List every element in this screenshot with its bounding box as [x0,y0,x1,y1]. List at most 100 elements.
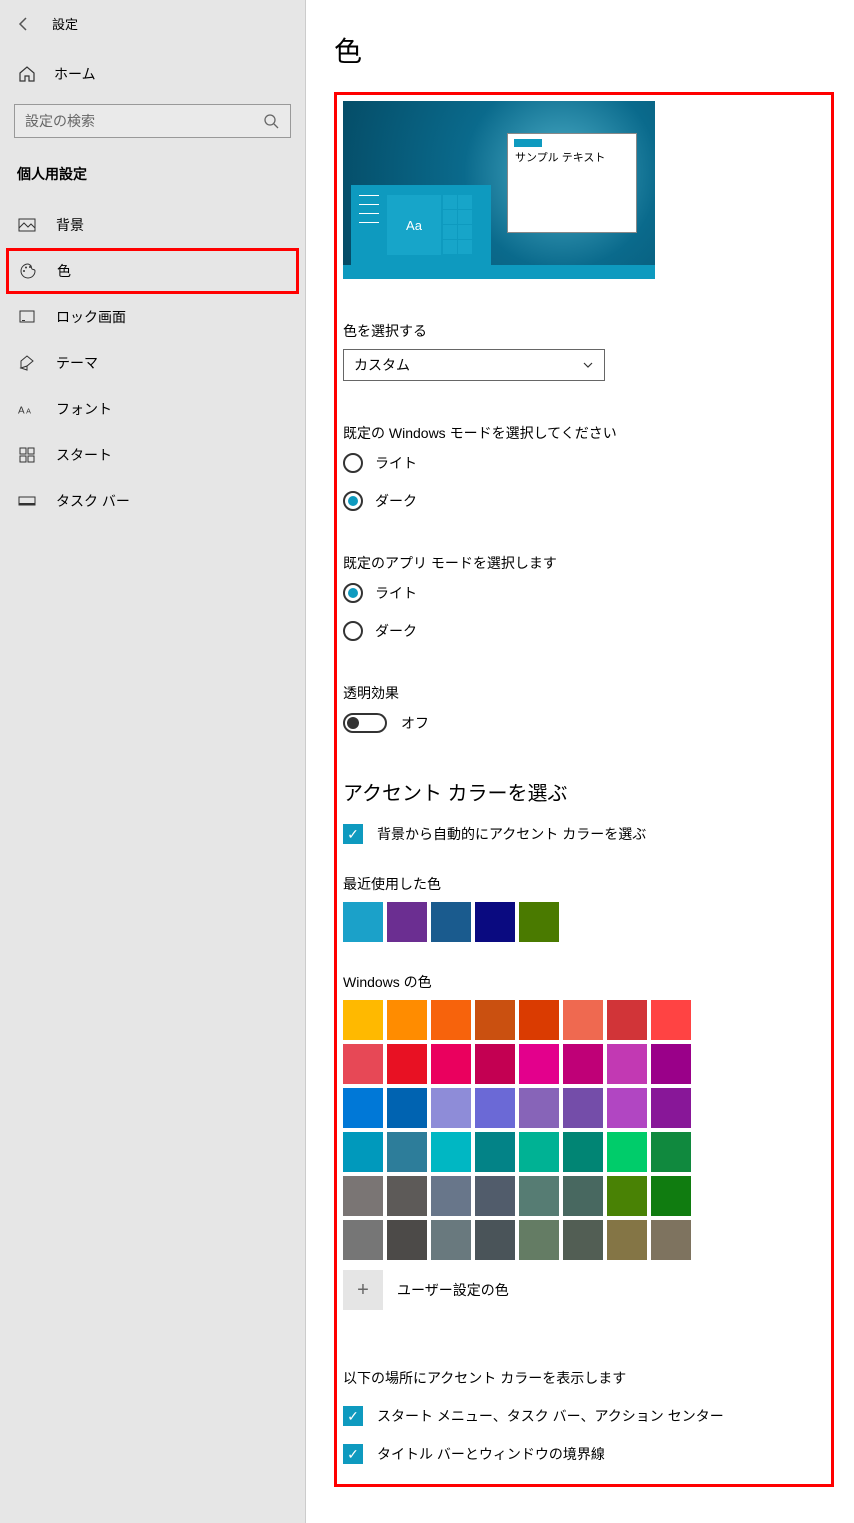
color-swatch[interactable] [475,1044,515,1084]
preview-sample-text: サンプル テキスト [508,147,636,165]
color-swatch[interactable] [387,902,427,942]
surface-start-checkbox[interactable]: ✓ スタート メニュー、タスク バー、アクション センター [343,1406,825,1426]
radio-icon [343,453,363,473]
color-swatch[interactable] [343,1088,383,1128]
color-swatch[interactable] [519,1176,559,1216]
color-swatch[interactable] [343,902,383,942]
color-swatch[interactable] [563,1132,603,1172]
windows-colors-grid [343,1000,825,1260]
nav-label: ロック画面 [56,307,126,327]
accent-color-heading: アクセント カラーを選ぶ [343,777,825,806]
color-swatch[interactable] [519,902,559,942]
color-swatch[interactable] [387,1088,427,1128]
color-swatch[interactable] [607,1044,647,1084]
nav-label: 背景 [56,215,84,235]
color-swatch[interactable] [607,1132,647,1172]
nav-taskbar[interactable]: タスク バー [0,478,305,524]
home-link[interactable]: ホーム [0,50,305,98]
color-swatch[interactable] [475,1132,515,1172]
color-swatch[interactable] [343,1044,383,1084]
radio-icon [343,583,363,603]
color-swatch[interactable] [519,1000,559,1040]
color-swatch[interactable] [563,1044,603,1084]
search-input[interactable]: 設定の検索 [14,104,291,138]
color-swatch[interactable] [519,1220,559,1260]
nav-label: フォント [56,399,112,419]
color-swatch[interactable] [387,1132,427,1172]
app-mode-dark[interactable]: ダーク [343,621,825,641]
color-swatch[interactable] [607,1088,647,1128]
titlebar: 設定 [0,0,305,40]
window-title: 設定 [48,14,78,33]
color-swatch[interactable] [431,1220,471,1260]
color-swatch[interactable] [475,1220,515,1260]
nav-lockscreen[interactable]: ロック画面 [0,294,305,340]
color-swatch[interactable] [431,1176,471,1216]
color-swatch[interactable] [387,1220,427,1260]
dropdown-value: カスタム [354,355,410,375]
surface-titlebar-checkbox[interactable]: ✓ タイトル バーとウィンドウの境界線 [343,1444,825,1464]
color-swatch[interactable] [475,1000,515,1040]
color-swatch[interactable] [387,1044,427,1084]
color-swatch[interactable] [519,1132,559,1172]
color-swatch[interactable] [607,1000,647,1040]
nav-fonts[interactable]: AA フォント [0,386,305,432]
color-swatch[interactable] [651,1220,691,1260]
color-swatch[interactable] [651,1044,691,1084]
color-swatch[interactable] [431,1000,471,1040]
color-swatch[interactable] [475,1088,515,1128]
color-swatch[interactable] [563,1088,603,1128]
radio-icon [343,491,363,511]
back-button[interactable] [0,16,48,32]
home-icon [18,65,36,83]
color-swatch[interactable] [475,1176,515,1216]
color-mode-dropdown[interactable]: カスタム [343,349,605,381]
app-mode-light[interactable]: ライト [343,583,825,603]
search-icon [262,112,280,130]
color-swatch[interactable] [343,1220,383,1260]
nav-colors[interactable]: 色 [6,248,299,294]
color-swatch[interactable] [563,1000,603,1040]
color-swatch[interactable] [387,1176,427,1216]
sidebar: 設定 ホーム 設定の検索 個人用設定 背景 色 ロック画面 テーマ AA フォン… [0,0,306,1523]
color-swatch[interactable] [343,1176,383,1216]
transparency-toggle[interactable] [343,713,387,733]
color-swatch[interactable] [519,1088,559,1128]
checkbox-icon: ✓ [343,1406,363,1426]
color-preview: Aa サンプル テキスト [343,101,655,279]
windows-mode-light[interactable]: ライト [343,453,825,473]
color-swatch[interactable] [343,1132,383,1172]
lockscreen-icon [18,308,36,326]
color-swatch[interactable] [607,1220,647,1260]
show-accent-label: 以下の場所にアクセント カラーを表示します [343,1368,825,1388]
nav-start[interactable]: スタート [0,432,305,478]
color-swatch[interactable] [431,1088,471,1128]
nav-label: スタート [56,445,112,465]
custom-color-button[interactable]: + ユーザー設定の色 [343,1270,825,1310]
color-swatch[interactable] [431,1132,471,1172]
color-swatch[interactable] [519,1044,559,1084]
color-swatch[interactable] [607,1176,647,1216]
start-icon [18,446,36,464]
color-swatch[interactable] [651,1000,691,1040]
color-swatch[interactable] [431,1044,471,1084]
nav-background[interactable]: 背景 [0,202,305,248]
taskbar-icon [18,492,36,510]
color-swatch[interactable] [651,1176,691,1216]
color-swatch[interactable] [651,1132,691,1172]
color-swatch[interactable] [651,1088,691,1128]
color-swatch[interactable] [387,1000,427,1040]
color-swatch[interactable] [343,1000,383,1040]
auto-accent-checkbox[interactable]: ✓ 背景から自動的にアクセント カラーを選ぶ [343,824,825,844]
nav-label: タスク バー [56,491,130,511]
windows-mode-dark[interactable]: ダーク [343,491,825,511]
recent-colors-row [343,902,825,942]
color-swatch[interactable] [563,1176,603,1216]
color-swatch[interactable] [431,902,471,942]
color-swatch[interactable] [475,902,515,942]
color-swatch[interactable] [563,1220,603,1260]
main-content: 色 Aa サンプル テキスト 色を選択する カスタム 既定の Windows モ… [306,0,854,1523]
nav-themes[interactable]: テーマ [0,340,305,386]
checkbox-icon: ✓ [343,824,363,844]
palette-icon [19,262,37,280]
